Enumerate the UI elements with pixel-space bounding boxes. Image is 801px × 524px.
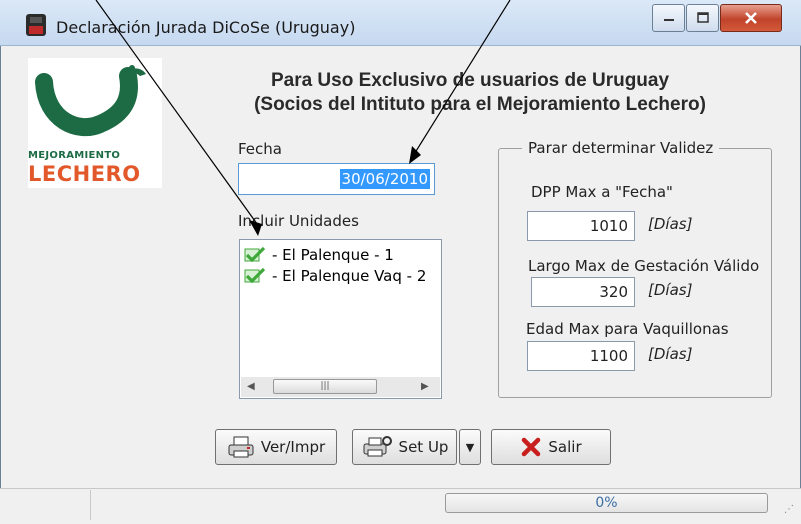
minimize-button[interactable] [652,4,685,32]
close-x-icon [522,437,541,457]
setup-button[interactable]: Set Up [352,429,457,465]
vaquillonas-value: 1100 [589,347,628,365]
scroll-right-icon[interactable]: ▶ [421,381,429,392]
unidades-label: Incluir Unidades [238,212,359,230]
window-title: Declaración Jurada DiCoSe (Uruguay) [56,18,356,37]
minimize-icon [663,19,674,21]
list-item[interactable]: - El Palenque - 1 [244,245,438,265]
scroll-left-icon[interactable]: ◀ [247,381,255,392]
setup-dropdown-button[interactable]: ▼ [459,429,481,465]
logo-mark-icon [35,65,146,137]
chevron-down-icon: ▼ [465,440,475,454]
scroll-thumb[interactable]: ||| [273,379,377,394]
vaquillonas-unit: [Días] [648,345,693,363]
logo-line2: LECHERO [28,162,141,186]
fecha-input[interactable]: 30/06/2010 [238,163,435,195]
check-icon [244,246,266,263]
resize-grip-icon[interactable]: ⋰ [784,504,794,515]
ver-impr-label: Ver/Impr [260,438,326,456]
gestacion-unit: [Días] [648,281,693,299]
heading-line2: (Socios del Intituto para el Mejoramient… [254,94,706,115]
maximize-button[interactable] [686,4,719,32]
printer-setup-icon [363,436,392,457]
progress-text: 0% [595,495,618,511]
heading-line1: Para Uso Exclusivo de usuarios de Urugua… [270,70,670,91]
unidades-listbox[interactable]: - El Palenque - 1 - El Palenque Vaq - 2 … [239,239,442,399]
validez-group-title: Parar determinar Validez [522,139,720,157]
gestacion-value: 320 [599,283,628,301]
dpp-label: DPP Max a "Fecha" [531,183,673,201]
fecha-value: 30/06/2010 [339,169,430,189]
fecha-label: Fecha [238,140,282,158]
maximize-icon [696,12,709,23]
progress-bar: 0% [445,493,768,513]
gestacion-label: Largo Max de Gestación Válido [528,257,760,275]
vaquillonas-input[interactable]: 1100 [527,341,635,371]
printer-icon [228,436,254,458]
list-item[interactable]: - El Palenque Vaq - 2 [244,266,438,286]
app-icon[interactable] [24,12,48,38]
setup-label: Set Up [398,438,449,456]
logo: MEJORAMIENTO LECHERO [28,58,162,188]
close-icon [745,12,757,24]
ver-impr-button[interactable]: Ver/Impr [215,429,337,465]
list-item-label: - El Palenque - 1 [272,246,394,264]
dpp-value: 1010 [589,217,628,235]
close-button[interactable] [720,4,782,32]
logo-line1: MEJORAMIENTO [28,150,121,161]
gestacion-input[interactable]: 320 [531,277,635,307]
horizontal-scrollbar[interactable]: ◀ ||| ▶ [241,377,440,397]
salir-label: Salir [548,438,582,456]
status-divider [90,490,91,520]
dpp-unit: [Días] [648,215,693,233]
vaquillonas-label: Edad Max para Vaquillonas [526,320,729,338]
salir-button[interactable]: Salir [491,429,611,465]
check-icon [244,267,266,284]
dpp-input[interactable]: 1010 [527,211,635,241]
list-item-label: - El Palenque Vaq - 2 [272,267,427,285]
